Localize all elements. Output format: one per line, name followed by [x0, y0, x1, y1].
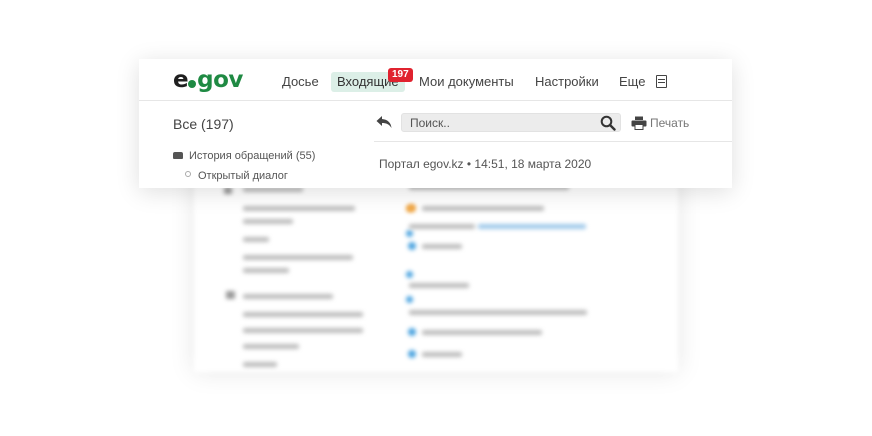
nav-settings[interactable]: Настройки [535, 74, 599, 90]
egov-logo[interactable]: e gov [173, 67, 243, 93]
toolbar-divider [374, 141, 732, 142]
inbox-icon [173, 152, 183, 159]
reply-icon[interactable] [375, 114, 393, 130]
nav-more[interactable]: Еще [619, 74, 645, 90]
print-button[interactable]: Печать [650, 116, 689, 130]
search-icon[interactable] [600, 115, 616, 131]
folder-all-count[interactable]: Все (197) [173, 116, 234, 132]
bullet-icon [185, 171, 191, 177]
logo-gov: gov [197, 67, 243, 93]
printer-icon[interactable] [631, 116, 647, 130]
nav-my-documents[interactable]: Мои документы [419, 74, 514, 90]
top-navigation: e gov Досье Входящие 197 Мои документы На… [139, 59, 732, 101]
search-input[interactable]: Поиск.. [401, 113, 621, 132]
logo-lock-dot [188, 80, 197, 88]
sidebar-item-open-dialog[interactable]: Открытый диалог [185, 170, 288, 182]
message-meta: Портал egov.kz • 14:51, 18 марта 2020 [379, 157, 592, 171]
document-icon[interactable] [656, 75, 667, 88]
sidebar-item-label: Открытый диалог [198, 170, 288, 182]
nav-dossier[interactable]: Досье [282, 74, 319, 90]
logo-e: e [173, 67, 189, 93]
sidebar-item-history[interactable]: История обращений (55) [173, 150, 315, 162]
inbox-count-badge: 197 [388, 68, 413, 82]
sidebar-item-label: История обращений (55) [189, 150, 316, 162]
main-card: e gov Досье Входящие 197 Мои документы На… [139, 59, 732, 188]
